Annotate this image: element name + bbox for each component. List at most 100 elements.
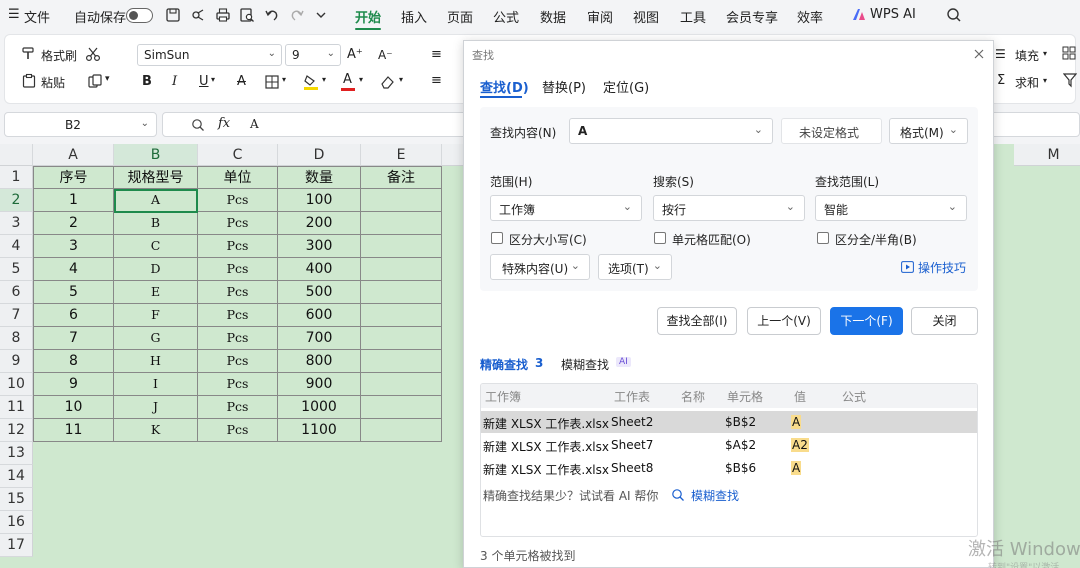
table-cell[interactable]: Pcs [198, 350, 278, 373]
border-dropdown-icon[interactable]: ▾ [282, 75, 286, 84]
table-cell[interactable]: Pcs [198, 189, 278, 212]
table-cell[interactable]: 1 [33, 189, 114, 212]
close-button[interactable]: 关闭 [911, 307, 978, 335]
table-cell[interactable]: I [114, 373, 198, 396]
autosave-toggle[interactable] [126, 8, 153, 23]
table-cell[interactable] [361, 189, 442, 212]
column-header-b[interactable]: B [114, 144, 198, 166]
chevron-down-icon[interactable] [312, 6, 330, 24]
table-cell[interactable] [361, 327, 442, 350]
table-cell[interactable] [361, 373, 442, 396]
table-cell[interactable]: 400 [278, 258, 361, 281]
paste-button[interactable]: 粘贴 [41, 74, 65, 91]
table-cell[interactable]: Pcs [198, 419, 278, 442]
header-cell[interactable]: 数量 [278, 166, 361, 189]
copy-dropdown-icon[interactable]: ▾ [105, 74, 110, 84]
increase-font-icon[interactable]: A⁺ [347, 47, 363, 62]
row-header[interactable]: 10 [0, 373, 33, 396]
table-cell[interactable]: Pcs [198, 235, 278, 258]
table-cell[interactable]: 100 [278, 189, 361, 212]
tab-goto[interactable]: 定位(G) [603, 77, 649, 96]
hamburger-icon[interactable]: ☰ [8, 7, 20, 22]
column-header-a[interactable]: A [33, 144, 114, 166]
row-header[interactable]: 9 [0, 350, 33, 373]
table-cell[interactable]: Pcs [198, 373, 278, 396]
col-header-workbook[interactable]: 工作簿 [485, 388, 521, 405]
match-width-checkbox[interactable] [817, 232, 829, 244]
row-header[interactable]: 6 [0, 281, 33, 304]
table-cell[interactable]: D [114, 258, 198, 281]
table-cell[interactable]: B [114, 212, 198, 235]
options-button[interactable]: 选项(T) ⌄ [598, 254, 672, 280]
font-size-select[interactable]: 9 ⌄ [285, 44, 341, 66]
column-header-m[interactable]: M [1014, 144, 1080, 166]
select-all-corner[interactable] [0, 144, 33, 166]
table-cell[interactable]: 200 [278, 212, 361, 235]
table-cell[interactable]: Pcs [198, 304, 278, 327]
row-header[interactable]: 14 [0, 465, 33, 488]
exact-search-tab[interactable]: 精确查找 [480, 356, 528, 373]
tab-find[interactable]: 查找(D) [480, 77, 529, 96]
zoom-icon[interactable] [191, 118, 205, 132]
find-content-input[interactable]: A ⌄ [569, 118, 773, 144]
fuzzy-search-tab[interactable]: 模糊查找 [561, 356, 609, 373]
row-header[interactable]: 2 [0, 189, 33, 212]
col-header-formula[interactable]: 公式 [842, 388, 866, 405]
underline-icon[interactable]: U [199, 74, 209, 89]
table-cell[interactable]: Pcs [198, 281, 278, 304]
table-cell[interactable] [361, 419, 442, 442]
col-header-cell[interactable]: 单元格 [727, 388, 763, 405]
col-header-name[interactable]: 名称 [681, 388, 705, 405]
table-cell[interactable]: H [114, 350, 198, 373]
row-header[interactable]: 17 [0, 534, 33, 557]
table-cell[interactable]: Pcs [198, 396, 278, 419]
table-cell[interactable]: Pcs [198, 258, 278, 281]
match-case-checkbox[interactable] [491, 232, 503, 244]
table-cell[interactable]: 4 [33, 258, 114, 281]
table-cell[interactable]: 6 [33, 304, 114, 327]
tab-efficiency[interactable]: 效率 [797, 7, 823, 26]
redo-icon[interactable] [288, 6, 306, 24]
match-cell-checkbox[interactable] [654, 232, 666, 244]
header-cell[interactable]: 序号 [33, 166, 114, 189]
tips-link[interactable]: 操作技巧 [918, 259, 966, 276]
clear-format-icon[interactable] [379, 74, 395, 90]
close-icon[interactable] [973, 48, 985, 60]
header-cell[interactable]: 规格型号 [114, 166, 198, 189]
table-cell[interactable]: 500 [278, 281, 361, 304]
table-cell[interactable]: 3 [33, 235, 114, 258]
column-header-e[interactable]: E [361, 144, 442, 166]
table-cell[interactable]: 2 [33, 212, 114, 235]
row-header[interactable]: 13 [0, 442, 33, 465]
cut-icon[interactable] [85, 46, 101, 62]
table-cell[interactable]: 700 [278, 327, 361, 350]
tab-replace[interactable]: 替换(P) [542, 77, 586, 96]
table-cell[interactable]: Pcs [198, 212, 278, 235]
tab-view[interactable]: 视图 [633, 7, 659, 26]
fill-button[interactable]: 填充 [1015, 47, 1039, 64]
row-header[interactable]: 4 [0, 235, 33, 258]
col-header-value[interactable]: 值 [794, 388, 806, 405]
fill-dropdown-icon[interactable]: ▾ [1043, 49, 1047, 58]
table-cell[interactable]: 800 [278, 350, 361, 373]
row-header[interactable]: 8 [0, 327, 33, 350]
font-color-dropdown-icon[interactable]: ▾ [359, 75, 363, 84]
row-header[interactable]: 1 [0, 166, 33, 189]
share-icon[interactable] [190, 6, 208, 24]
table-cell[interactable]: K [114, 419, 198, 442]
find-all-button[interactable]: 查找全部(I) [657, 307, 737, 335]
table-cell[interactable]: F [114, 304, 198, 327]
tab-review[interactable]: 审阅 [587, 7, 613, 26]
format-button[interactable]: 格式(M) ⌄ [889, 118, 968, 144]
table-cell[interactable]: 7 [33, 327, 114, 350]
table-cell[interactable]: E [114, 281, 198, 304]
search-icon[interactable] [945, 6, 963, 24]
table-cell[interactable]: 11 [33, 419, 114, 442]
italic-icon[interactable]: I [172, 74, 177, 89]
clear-dropdown-icon[interactable]: ▾ [399, 75, 403, 84]
table-cell[interactable]: 8 [33, 350, 114, 373]
find-next-button[interactable]: 下一个(F) [830, 307, 903, 335]
row-header[interactable]: 3 [0, 212, 33, 235]
column-header-d[interactable]: D [278, 144, 361, 166]
decrease-font-icon[interactable]: A⁻ [378, 48, 393, 62]
